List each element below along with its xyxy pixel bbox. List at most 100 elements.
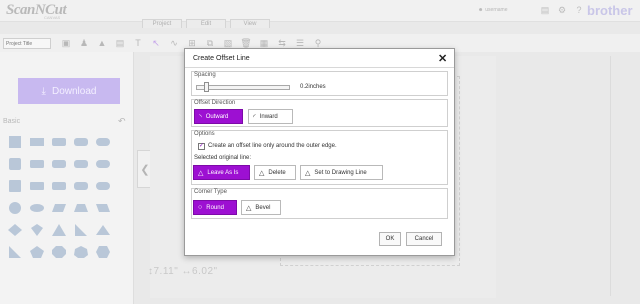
shape-trapezoid[interactable] [72, 200, 90, 216]
shape-right-triangle-left[interactable] [6, 244, 24, 260]
user-icon: ☻ [478, 7, 484, 13]
shape-stadium[interactable] [94, 156, 112, 172]
save-icon[interactable]: ▣ [60, 37, 72, 49]
options-label: Options [194, 131, 215, 137]
header-icons: ▤ ⚙ ? [540, 5, 584, 16]
stamp-icon[interactable]: ▲ [96, 37, 108, 49]
shape-rect-chamfer[interactable] [50, 156, 68, 172]
shape-grid [6, 134, 112, 260]
leave-as-is-button[interactable]: △ Leave As Is [193, 165, 250, 180]
download-button[interactable]: ⤓ Download [18, 78, 120, 104]
outward-button[interactable]: ◝ Outward [194, 109, 243, 124]
shape-pentagon[interactable] [28, 244, 46, 260]
corner-type-label: Corner Type [194, 189, 227, 195]
round-corner-icon: ○ [198, 204, 203, 211]
shape-parallelogram-right[interactable] [94, 200, 112, 216]
section-title: Basic [3, 118, 21, 125]
delete-label: Delete [268, 169, 286, 176]
set-to-drawing-line-button[interactable]: △ Set to Drawing Line [300, 165, 383, 180]
leave-as-is-label: Leave As Is [207, 169, 239, 176]
inward-icon: ◜ [253, 113, 256, 121]
main-tabs: Project Edit View [142, 19, 270, 28]
shape-circle[interactable] [6, 200, 24, 216]
tab-edit[interactable]: Edit [186, 19, 226, 28]
close-icon[interactable]: ✕ [438, 52, 447, 65]
lock-icon[interactable]: ▤ [540, 5, 550, 15]
dialog-divider [185, 67, 454, 68]
person-icon[interactable]: ♟ [78, 37, 90, 49]
selection-dimensions: ↕7.11" ↔6.02" [148, 266, 218, 277]
shape-ellipse[interactable] [28, 200, 46, 216]
select-cursor-icon[interactable]: ↖ [150, 37, 162, 49]
outer-edge-checkbox[interactable]: ✓ [198, 143, 205, 150]
corner-type-group: Corner Type ○ Round △ Bevel [191, 188, 448, 219]
shape-rect-small[interactable] [28, 178, 46, 194]
set-to-drawing-line-label: Set to Drawing Line [314, 169, 367, 176]
shape-right-triangle[interactable] [72, 222, 90, 238]
tab-view[interactable]: View [230, 19, 270, 28]
round-label: Round [206, 204, 224, 211]
shape-hexagon[interactable] [94, 244, 112, 260]
shape-diamond[interactable] [6, 222, 24, 238]
shape-capsule[interactable] [94, 178, 112, 194]
shape-square-small[interactable] [6, 178, 24, 194]
top-header: ScanNCut CANVAS ☻ username ▤ ⚙ ? brother [0, 0, 640, 22]
app-logo-subtitle: CANVAS [44, 15, 61, 20]
offset-direction-label: Offset Direction [194, 100, 236, 106]
help-icon[interactable]: ? [574, 5, 584, 15]
delete-button[interactable]: △ Delete [254, 165, 296, 180]
bevel-label: Bevel [255, 204, 271, 211]
outward-label: Outward [205, 113, 229, 120]
vertical-scrollbar[interactable] [610, 56, 618, 296]
spacing-slider-track[interactable] [196, 85, 290, 90]
drawing-line-icon: △ [305, 169, 311, 177]
undo-icon[interactable]: ↶ [118, 116, 126, 127]
shape-square-rounded[interactable] [6, 156, 24, 172]
spacing-slider-thumb[interactable] [204, 82, 209, 92]
user-name: username [485, 7, 508, 13]
inward-button[interactable]: ◜ Inward [248, 109, 293, 124]
inward-label: Inward [259, 113, 278, 120]
bevel-button[interactable]: △ Bevel [241, 200, 281, 215]
shape-heptagon[interactable] [72, 244, 90, 260]
shape-rect-large[interactable] [72, 178, 90, 194]
shape-rect-soft[interactable] [72, 156, 90, 172]
shape-triangle[interactable] [50, 222, 68, 238]
download-icon: ⤓ [41, 85, 46, 97]
shape-rounded-rect[interactable] [50, 134, 68, 150]
shape-octagon[interactable] [50, 244, 68, 260]
shape-pill[interactable] [94, 134, 112, 150]
dialog-title: Create Offset Line [193, 55, 250, 62]
text-icon[interactable]: T [132, 37, 144, 49]
ok-button[interactable]: OK [379, 232, 401, 246]
line-tool-icon[interactable]: ∿ [168, 37, 180, 49]
shape-rounded-rect-wide[interactable] [72, 134, 90, 150]
spacing-group: Spacing 0.2inches [191, 71, 448, 96]
user-account[interactable]: ☻ username [478, 7, 508, 13]
brand-logo: brother [587, 3, 633, 18]
bevel-corner-icon: △ [246, 204, 252, 212]
offset-direction-group: Offset Direction ◝ Outward ◜ Inward [191, 99, 448, 127]
shapes-sidebar: ⤓ Download Basic ↶ [0, 52, 134, 304]
shape-triangle-wide[interactable] [94, 222, 112, 238]
round-button[interactable]: ○ Round [193, 200, 237, 215]
outward-icon: ◝ [199, 113, 202, 121]
shape-kite[interactable] [28, 222, 46, 238]
shape-rect-medium[interactable] [50, 178, 68, 194]
settings-icon[interactable]: ⚙ [557, 5, 567, 15]
tab-project[interactable]: Project [142, 19, 182, 28]
shape-square[interactable] [6, 134, 24, 150]
cancel-button[interactable]: Cancel [406, 232, 442, 246]
delete-shape-icon: △ [259, 169, 265, 177]
options-group: Options ✓ Create an offset line only aro… [191, 130, 448, 185]
create-offset-line-dialog: Create Offset Line ✕ Spacing 0.2inches O… [184, 48, 455, 256]
download-label: Download [51, 85, 97, 97]
shape-rectangle[interactable] [28, 134, 46, 150]
chevron-left-icon: ❮ [140, 163, 150, 176]
shape-rect-rounded[interactable] [28, 156, 46, 172]
selected-original-line-label: Selected original line: [194, 155, 252, 161]
project-title-input[interactable] [3, 38, 51, 49]
shape-parallelogram[interactable] [50, 200, 68, 216]
image-icon[interactable]: ▤ [114, 37, 126, 49]
outer-edge-checkbox-label: Create an offset line only around the ou… [208, 143, 337, 149]
